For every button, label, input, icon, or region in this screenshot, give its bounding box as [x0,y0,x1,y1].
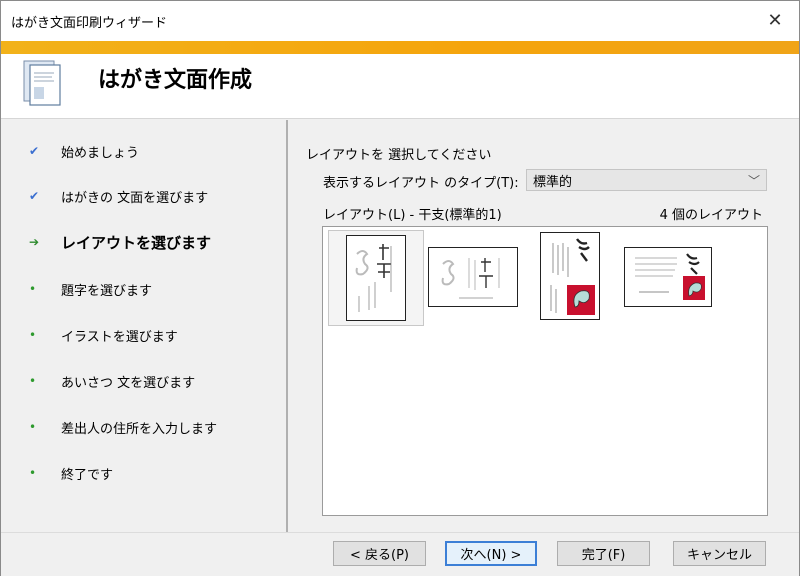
layout-list-label: レイアウト(L) - 干支(標準的1) [323,208,502,223]
page-title: はがき文面作成 [98,68,253,93]
accent-bar [1,41,799,54]
postcard-wizard-icon [18,57,68,107]
finish-button[interactable]: 完了(F) [557,541,650,566]
postcard-preview-art [355,244,392,312]
layout-thumbnail-1[interactable] [328,230,424,326]
postcard-preview-art [635,253,705,300]
step-choose-card: ✔ はがきの 文面を選びます [29,186,208,206]
window-title: はがき文面印刷ウィザード [11,16,168,31]
step-label: 終了です [61,467,114,483]
chevron-down-icon: ﹀ [747,174,760,188]
back-button[interactable]: < 戻る(P) [333,541,426,566]
bullet-icon: • [29,420,37,434]
checkmark-icon: ✔ [29,189,40,203]
bullet-icon: • [29,328,37,342]
step-label: イラストを選びます [61,329,178,345]
close-icon: ✕ [767,9,783,31]
step-label: はがきの 文面を選びます [61,190,209,206]
layout-list[interactable] [322,226,768,516]
step-sender-address: • 差出人の住所を入力します [29,417,217,437]
postcard-preview-art [550,238,595,315]
bullet-icon: • [29,374,37,388]
step-choose-illustration: • イラストを選びます [29,325,178,345]
step-label: 差出人の住所を入力します [61,421,218,437]
wizard-window: はがき文面印刷ウィザード ✕ はがき文面作成 ✔ 始めましょう ✔ はがきの 文… [0,0,800,576]
layout-thumbnail-3[interactable] [540,232,602,322]
layout-type-label: 表示するレイアウト のタイプ(T): [323,176,519,191]
postcard-preview-art [441,258,500,299]
layout-type-select[interactable]: 標準的 ﹀ [526,169,767,191]
cancel-button[interactable]: キャンセル [673,541,766,566]
title-bar: はがき文面印刷ウィザード ✕ [1,1,799,41]
main-panel: レイアウトを 選択してください 表示するレイアウト のタイプ(T): 標準的 ﹀… [290,120,799,532]
postcard-preview [346,235,406,321]
bullet-icon: • [29,466,37,480]
wizard-footer: < 戻る(P) 次へ(N) > 完了(F) キャンセル [1,532,799,576]
step-label: レイアウトを選びます [61,233,212,252]
layout-thumbnail-2[interactable] [428,247,520,309]
steps-sidebar: ✔ 始めましょう ✔ はがきの 文面を選びます ➔ レイアウトを選びます • 題… [1,120,288,532]
postcard-preview [428,247,518,307]
layout-type-value: 標準的 [533,174,573,190]
step-choose-title: • 題字を選びます [29,279,152,299]
layout-thumbnail-4[interactable] [624,247,714,309]
step-choose-layout: ➔ レイアウトを選びます [29,232,211,252]
bullet-icon: • [29,282,37,296]
step-label: 始めましょう [61,145,140,161]
layout-count: 4 個のレイアウト [659,208,763,223]
step-label: 題字を選びます [61,283,153,299]
step-label: あいさつ 文を選びます [61,375,196,391]
arrow-right-icon: ➔ [29,235,40,249]
next-button[interactable]: 次へ(N) > [445,541,537,566]
wizard-header: はがき文面作成 [1,54,799,119]
postcard-preview [624,247,712,307]
close-button[interactable]: ✕ [761,7,789,33]
wizard-content: ✔ 始めましょう ✔ はがきの 文面を選びます ➔ レイアウトを選びます • 題… [1,120,799,532]
step-choose-greeting: • あいさつ 文を選びます [29,371,195,391]
step-start: ✔ 始めましょう [29,141,139,161]
postcard-preview [540,232,600,320]
instruction-text: レイアウトを 選択してください [306,148,492,163]
checkmark-icon: ✔ [29,144,40,158]
step-finish: • 終了です [29,463,113,483]
